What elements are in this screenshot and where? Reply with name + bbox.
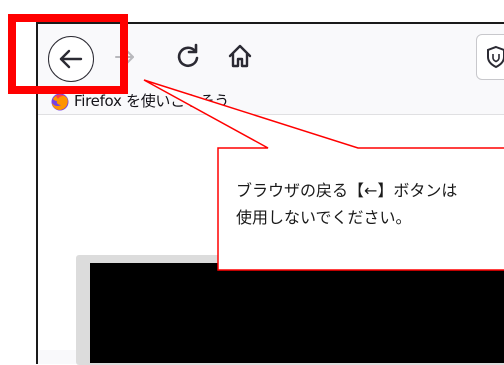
- callout-text: ブラウザの戻る【←】ボタンは 使用しないでください。: [236, 177, 504, 231]
- callout-bubble: [143, 79, 504, 271]
- callout-line-1: ブラウザの戻る【←】ボタンは: [236, 181, 458, 200]
- callout-line-2: 使用しないでください。: [236, 208, 412, 227]
